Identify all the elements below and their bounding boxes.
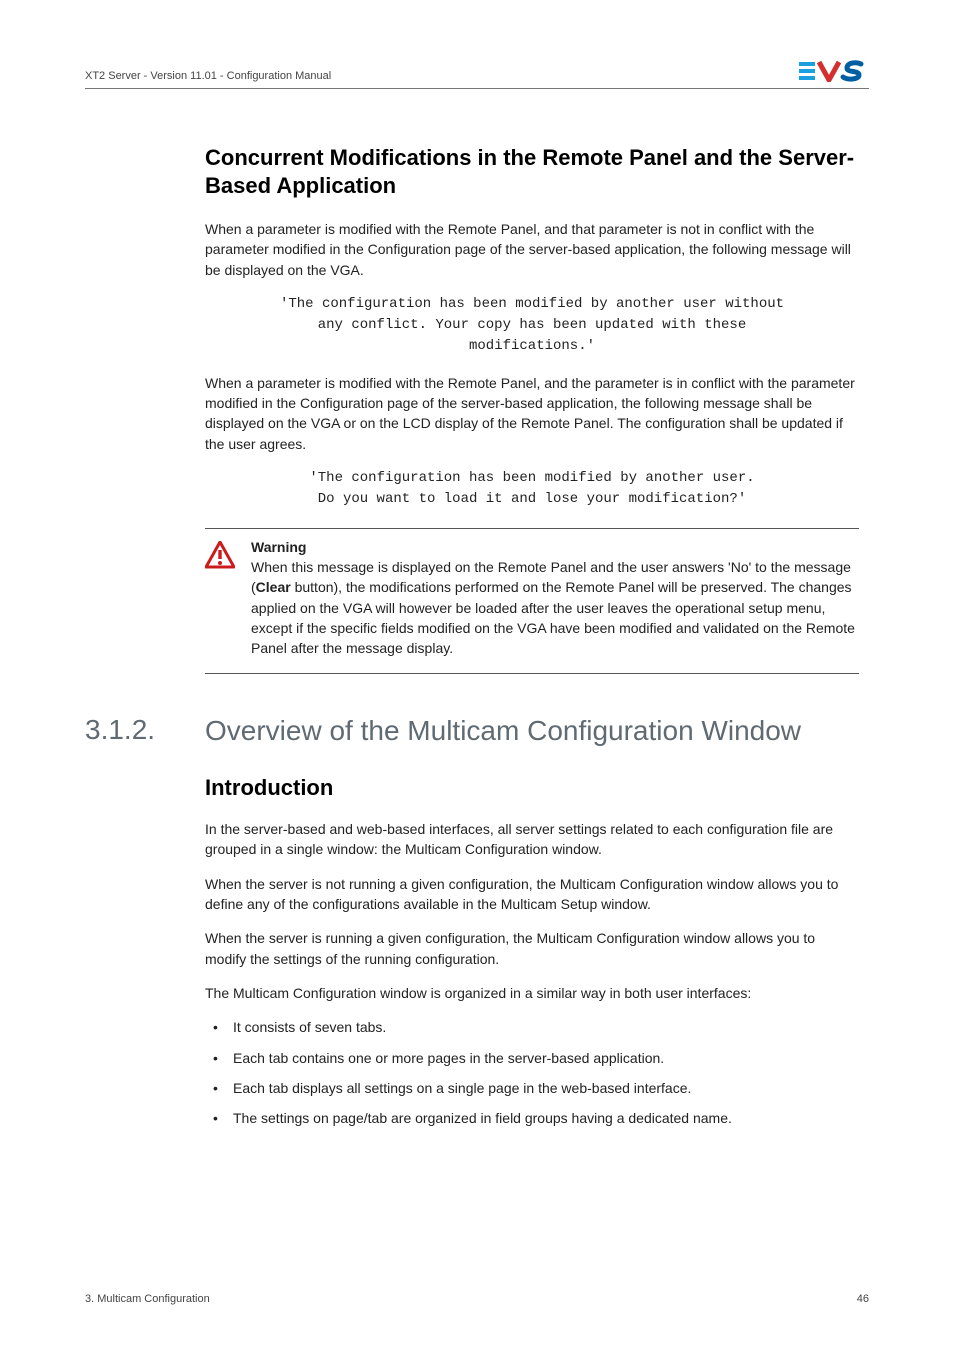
paragraph: When a parameter is modified with the Re… xyxy=(205,373,859,454)
warning-text: When this message is displayed on the Re… xyxy=(251,557,859,658)
section-title: Overview of the Multicam Configuration W… xyxy=(205,714,859,748)
heading-concurrent-modifications: Concurrent Modifications in the Remote P… xyxy=(205,144,859,199)
section-number: 3.1.2. xyxy=(85,714,185,746)
code-message-1: 'The configuration has been modified by … xyxy=(205,294,859,357)
doc-header: XT2 Server - Version 11.01 - Configurati… xyxy=(85,70,331,82)
code-message-2: 'The configuration has been modified by … xyxy=(205,468,859,510)
list-item: Each tab displays all settings on a sing… xyxy=(205,1078,859,1098)
heading-introduction: Introduction xyxy=(205,775,859,801)
paragraph: When the server is running a given confi… xyxy=(205,928,859,969)
evs-logo xyxy=(799,60,869,82)
list-item: The settings on page/tab are organized i… xyxy=(205,1108,859,1128)
warning-title: Warning xyxy=(251,539,859,555)
list-item: Each tab contains one or more pages in t… xyxy=(205,1048,859,1068)
bullet-list: It consists of seven tabs. Each tab cont… xyxy=(205,1017,859,1128)
paragraph: In the server-based and web-based interf… xyxy=(205,819,859,860)
warning-callout: Warning When this message is displayed o… xyxy=(205,528,859,673)
footer-page-number: 46 xyxy=(857,1293,869,1305)
footer-left: 3. Multicam Configuration xyxy=(85,1293,210,1305)
paragraph: The Multicam Configuration window is org… xyxy=(205,983,859,1003)
paragraph: When a parameter is modified with the Re… xyxy=(205,219,859,280)
paragraph: When the server is not running a given c… xyxy=(205,874,859,915)
warning-icon xyxy=(205,539,239,658)
list-item: It consists of seven tabs. xyxy=(205,1017,859,1037)
